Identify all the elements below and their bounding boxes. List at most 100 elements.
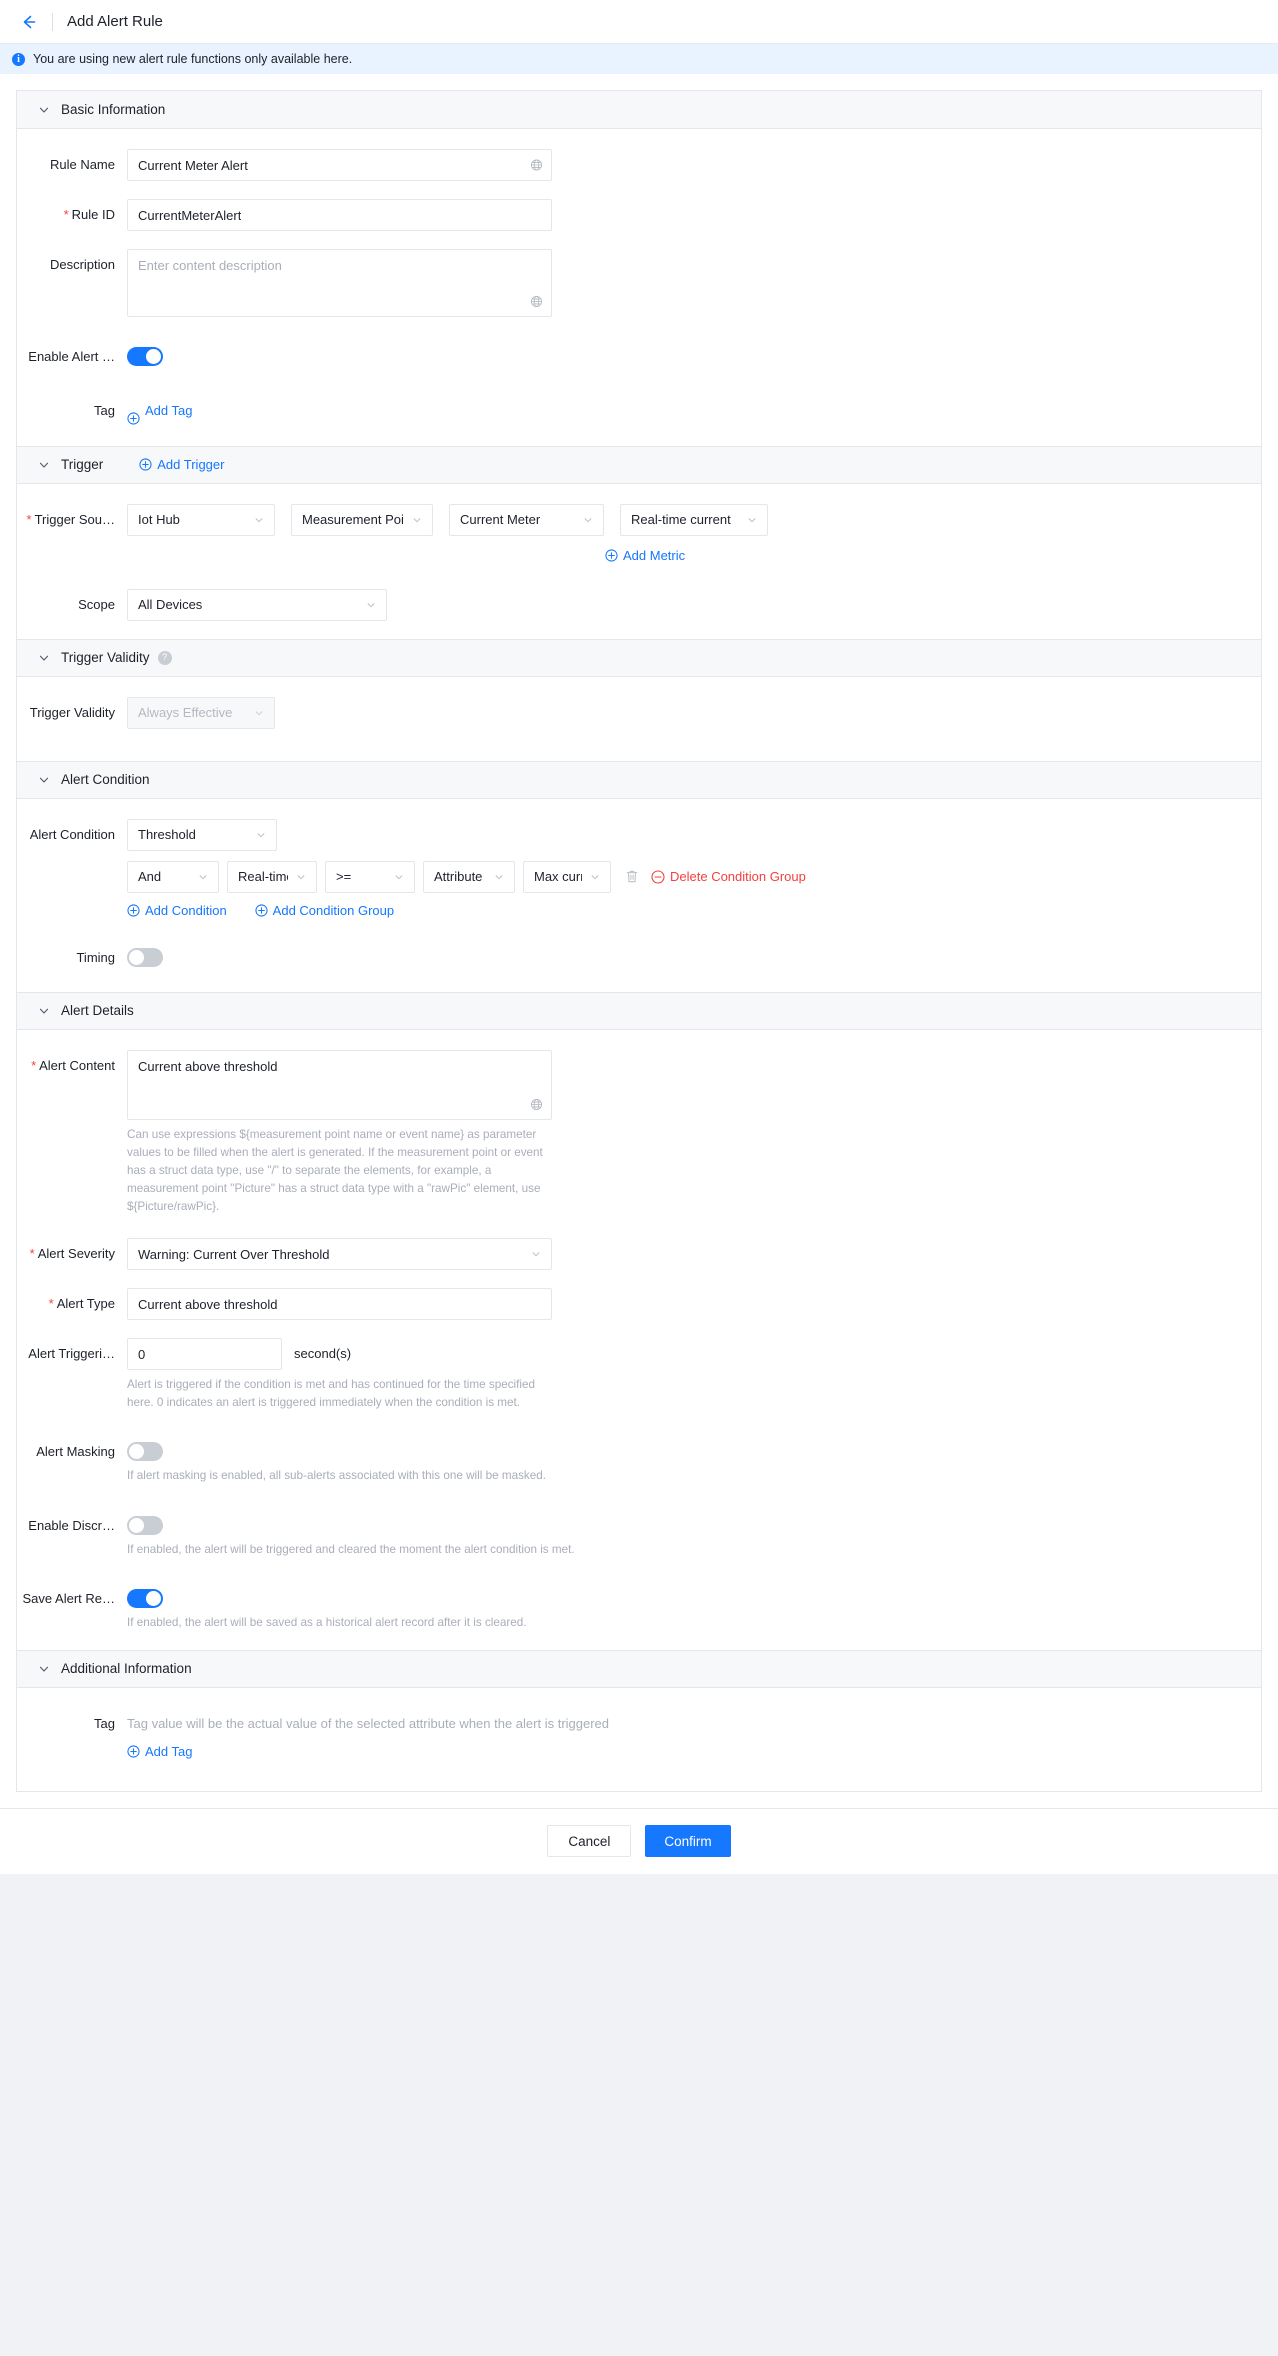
alert-severity-select[interactable]: Warning: Current Over Threshold — [127, 1238, 552, 1271]
trigger-source-label: * Trigger Sou… — [26, 511, 116, 527]
globe-icon[interactable] — [530, 295, 543, 308]
trigger-validity-select[interactable]: Always Effective — [127, 696, 275, 729]
section-header-trigger-validity[interactable]: Trigger Validity ? — [17, 638, 1261, 677]
condition-value-type-select[interactable]: Attribute — [423, 860, 515, 893]
delete-condition-group-button[interactable]: Delete Condition Group — [651, 869, 806, 884]
plus-circle-icon — [255, 903, 268, 917]
plus-circle-icon — [127, 1745, 140, 1758]
alert-condition-type-value: Threshold — [138, 827, 196, 842]
timing-toggle[interactable] — [127, 947, 163, 967]
trigger-source-select-4[interactable]: Real-time current — [620, 503, 768, 536]
rule-name-label: Rule Name — [49, 157, 115, 172]
trigger-validity-value: Always Effective — [138, 705, 233, 720]
alert-content-textarea[interactable]: Current above threshold — [127, 1049, 552, 1120]
condition-actions: Add Condition Add Condition Group — [127, 903, 1261, 918]
save-alert-record-toggle[interactable] — [127, 1588, 163, 1608]
add-tag-button[interactable]: Add Tag — [127, 395, 192, 427]
plus-circle-icon — [139, 458, 152, 471]
globe-icon[interactable] — [530, 1098, 543, 1111]
condition-metric-value: Real-time… — [238, 869, 288, 884]
add-trigger-button[interactable]: Add Trigger — [139, 457, 224, 472]
description-label: Description — [49, 257, 115, 272]
required-asterisk: * — [63, 207, 69, 222]
chevron-down-icon — [404, 515, 422, 525]
globe-icon[interactable] — [530, 159, 543, 172]
section-title: Basic Information — [61, 102, 166, 117]
trigger-source-select-2[interactable]: Measurement Point — [291, 503, 433, 536]
alert-condition-type-select[interactable]: Threshold — [127, 818, 277, 851]
alert-masking-toggle[interactable] — [127, 1442, 163, 1462]
add-trigger-label: Add Trigger — [157, 457, 225, 472]
field-row-description: Description Enter content description — [17, 249, 1261, 317]
form-footer: Cancel Confirm — [0, 1807, 1278, 1874]
scope-label: Scope — [78, 596, 115, 612]
alert-content-hint: Can use expressions ${measurement point … — [127, 1127, 543, 1214]
field-row-scope: Scope All Devices — [17, 588, 1261, 621]
add-condition-button[interactable]: Add Condition — [127, 903, 227, 918]
field-row-alert-type: * Alert Type Current above threshold — [17, 1288, 1261, 1321]
chevron-down-icon — [37, 1004, 51, 1018]
condition-logic-select[interactable]: And — [127, 860, 219, 893]
info-banner: i You are using new alert rule functions… — [0, 44, 1278, 74]
section-header-additional-information[interactable]: Additional Information — [17, 1649, 1261, 1688]
trash-icon[interactable] — [625, 869, 639, 884]
info-circle-icon: i — [12, 52, 25, 66]
section-header-alert-details[interactable]: Alert Details — [17, 991, 1261, 1030]
section-header-trigger[interactable]: Trigger Add Trigger — [17, 445, 1261, 484]
required-asterisk: * — [48, 1296, 54, 1312]
enable-alert-label: Enable Alert … — [28, 349, 115, 364]
section-body-alert-condition: Alert Condition Threshold And Real-tim >… — [17, 799, 1261, 992]
add-metric-button[interactable]: Add Metric — [605, 548, 685, 563]
rule-id-label: * Rule ID — [63, 207, 115, 222]
rule-id-value: CurrentMeterAlert — [138, 207, 242, 223]
section-title: Alert Condition — [61, 772, 150, 787]
plus-circle-icon — [127, 405, 140, 425]
section-title: Additional Information — [61, 1661, 192, 1677]
trigger-source-select-1[interactable]: Iot Hub — [127, 503, 275, 536]
confirm-button[interactable]: Confirm — [645, 1825, 731, 1858]
description-textarea[interactable]: Enter content description — [127, 249, 552, 317]
condition-attribute-select[interactable]: Max curr… — [523, 860, 611, 893]
condition-operator-select[interactable]: >= — [325, 860, 415, 893]
rule-id-input[interactable]: CurrentMeterAlert — [127, 199, 552, 231]
field-row-alert-masking: Alert Masking If alert masking is enable… — [17, 1436, 1261, 1485]
condition-metric-select[interactable]: Real-time… — [227, 860, 317, 893]
save-alert-record-hint: If enabled, the alert will be saved as a… — [127, 1615, 527, 1629]
rule-name-value: Current Meter Alert — [138, 157, 248, 173]
chevron-down-icon — [248, 830, 266, 840]
back-arrow-icon[interactable] — [18, 11, 40, 33]
enable-discrete-toggle[interactable] — [127, 1515, 163, 1535]
field-row-enable-alert: Enable Alert … — [17, 341, 1261, 373]
condition-value-type-value: Attribute — [434, 869, 483, 884]
section-header-alert-condition[interactable]: Alert Condition — [17, 760, 1261, 799]
enable-alert-toggle[interactable] — [127, 347, 163, 366]
alert-triggering-input[interactable]: 0 — [127, 1338, 282, 1371]
add-condition-group-label: Add Condition Group — [272, 902, 395, 918]
scope-select[interactable]: All Devices — [127, 588, 387, 621]
trigger-source-value-1: Iot Hub — [138, 512, 180, 527]
add-condition-group-button[interactable]: Add Condition Group — [255, 903, 394, 918]
trigger-source-selects: Iot Hub Measurement Point Current Meter — [127, 503, 1261, 536]
field-row-rule-id: * Rule ID CurrentMeterAlert — [17, 199, 1261, 231]
chevron-down-icon — [523, 1249, 541, 1259]
add-alert-rule-page: Add Alert Rule i You are using new alert… — [0, 0, 1278, 1874]
alert-content-label: * Alert Content — [31, 1057, 115, 1073]
cancel-button[interactable]: Cancel — [547, 1825, 632, 1858]
section-body-trigger: *Trigger Sou… Iot Hub Measurement Point — [17, 484, 1261, 639]
enable-discrete-label: Enable Discr… — [28, 1517, 115, 1533]
question-mark-icon[interactable]: ? — [157, 650, 172, 665]
chevron-down-icon — [358, 600, 376, 610]
section-header-basic-information[interactable]: Basic Information — [17, 91, 1261, 129]
save-alert-record-label: Save Alert Re… — [22, 1590, 116, 1606]
additional-add-tag-button[interactable]: Add Tag — [127, 1744, 192, 1759]
alert-type-label: * Alert Type — [48, 1296, 115, 1312]
chevron-down-icon — [246, 708, 264, 718]
rule-name-input[interactable]: Current Meter Alert — [127, 149, 552, 181]
chevron-down-icon — [386, 872, 404, 882]
section-body-trigger-validity: Trigger Validity Always Effective — [17, 677, 1261, 761]
section-title: Trigger Validity — [61, 650, 150, 665]
additional-add-tag-label: Add Tag — [145, 1743, 193, 1759]
trigger-source-select-3[interactable]: Current Meter — [449, 503, 604, 536]
alert-type-input[interactable]: Current above threshold — [127, 1288, 552, 1321]
alert-masking-label: Alert Masking — [36, 1444, 115, 1460]
